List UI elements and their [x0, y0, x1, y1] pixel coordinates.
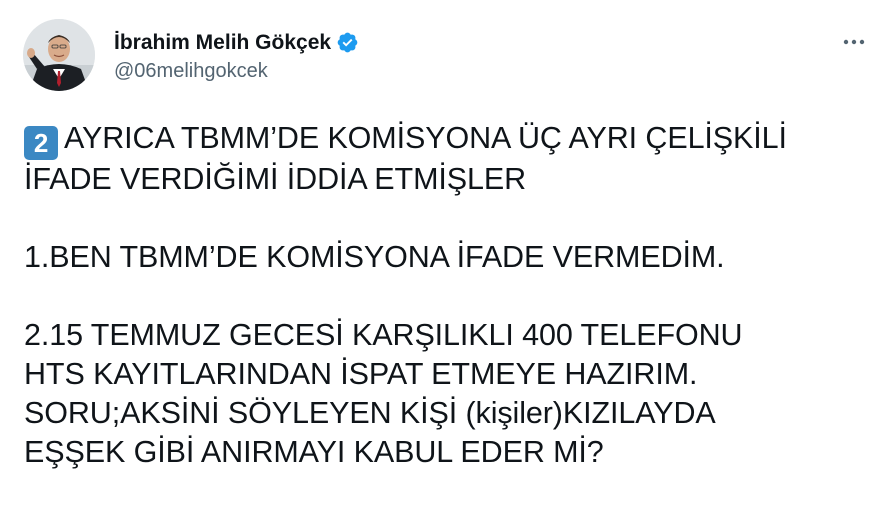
- tweet-line: 1.BEN TBMM’DE KOMİSYONA İFADE VERMEDİM.: [24, 240, 725, 274]
- tweet-line-text: AYRICA TBMM’DE KOMİSYONA ÜÇ AYRI ÇELİŞKİ…: [64, 121, 787, 155]
- tweet-line: 2.15 TEMMUZ GECESİ KARŞILIKLI 400 TELEFO…: [24, 318, 743, 352]
- author-handle[interactable]: @06melihgokcek: [114, 61, 359, 81]
- tweet-line: EŞŞEK GİBİ ANIRMAYI KABUL EDER Mİ?: [24, 435, 604, 469]
- tweet-line: İFADE VERDİĞİMİ İDDİA ETMİŞLER: [24, 162, 527, 196]
- tweet-line: HTS KAYITLARINDAN İSPAT ETMEYE HAZIRIM.: [24, 357, 698, 391]
- tweet-author: İbrahim Melih Gökçek @06melihgokcek: [114, 29, 359, 81]
- profile-photo: [23, 19, 95, 91]
- tweet-line: SORU;AKSİNİ SÖYLEYEN KİŞİ (kişiler)KIZIL…: [24, 396, 716, 430]
- verified-badge-icon: [336, 31, 359, 54]
- avatar[interactable]: [23, 19, 95, 91]
- more-options-icon: [843, 39, 865, 45]
- author-name-row: İbrahim Melih Gökçek: [114, 29, 359, 55]
- keycap-2-emoji-icon: 2: [24, 126, 58, 160]
- author-display-name[interactable]: İbrahim Melih Gökçek: [114, 32, 331, 53]
- tweet-text: 2 AYRICA TBMM’DE KOMİSYONA ÜÇ AYRI ÇELİŞK…: [24, 119, 874, 472]
- tweet-line: 2 AYRICA TBMM’DE KOMİSYONA ÜÇ AYRI ÇELİŞK…: [24, 119, 874, 160]
- more-options-button[interactable]: [836, 30, 872, 54]
